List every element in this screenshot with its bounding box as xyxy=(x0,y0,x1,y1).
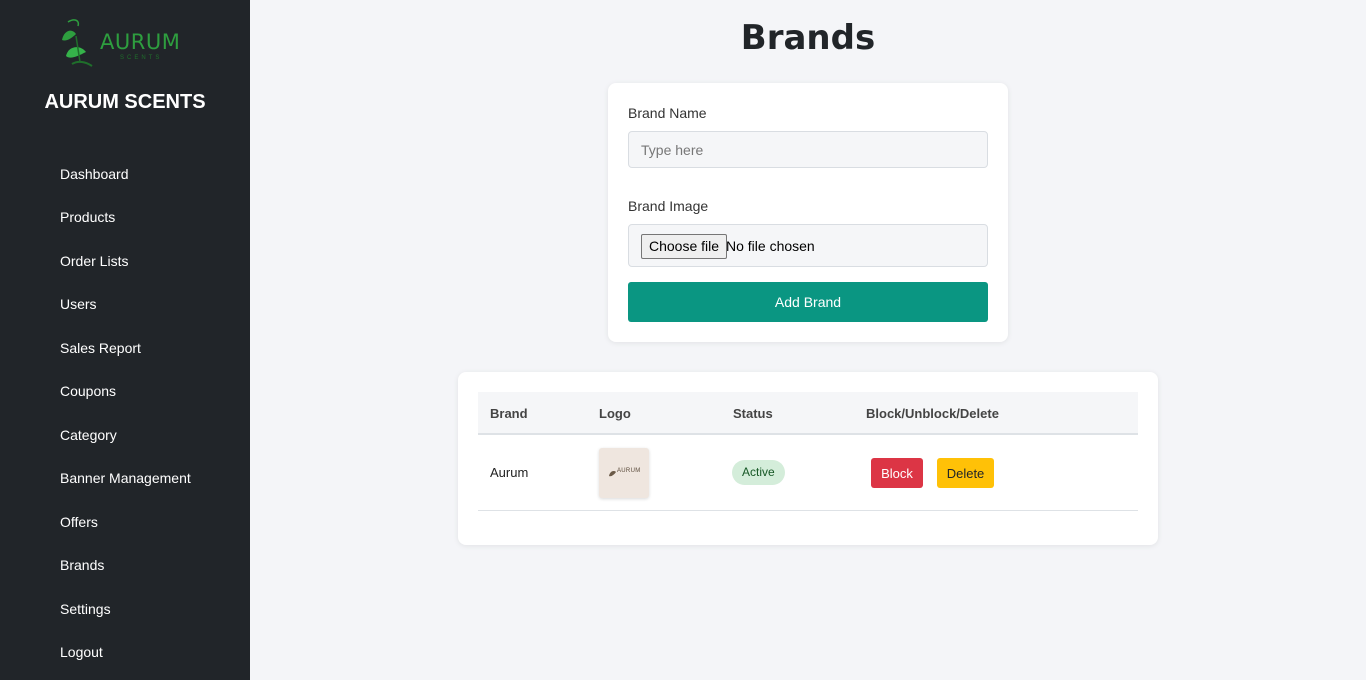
brand-name-label: Brand Name xyxy=(628,105,707,121)
sidebar-item-users[interactable]: Users xyxy=(0,283,250,327)
file-status-text: No file chosen xyxy=(726,238,815,254)
logo-subtext: SCENTS xyxy=(120,55,163,61)
brand-name-input[interactable] xyxy=(628,131,988,168)
delete-button[interactable]: Delete xyxy=(937,458,994,488)
brand-image-file-input[interactable]: Choose file No file chosen xyxy=(628,224,988,267)
sidebar-item-category[interactable]: Category xyxy=(0,413,250,457)
table-row: Aurum AURUM Active Block Delete xyxy=(478,435,1138,511)
choose-file-button[interactable]: Choose file xyxy=(641,234,728,259)
brand-logo-image: AURUM xyxy=(599,448,649,498)
sidebar-item-settings[interactable]: Settings xyxy=(0,587,250,631)
status-badge: Active xyxy=(732,460,785,485)
sidebar-item-brands[interactable]: Brands xyxy=(0,544,250,588)
column-header-actions: Block/Unblock/Delete xyxy=(866,406,999,421)
brands-table: Brand Logo Status Block/Unblock/Delete A… xyxy=(458,372,1158,545)
add-brand-form: Brand Name Brand Image Choose file No fi… xyxy=(608,83,1008,342)
block-button[interactable]: Block xyxy=(871,458,923,488)
sidebar-item-banner-management[interactable]: Banner Management xyxy=(0,457,250,501)
add-brand-button[interactable]: Add Brand xyxy=(628,282,988,322)
sidebar-item-order-lists[interactable]: Order Lists xyxy=(0,239,250,283)
sidebar-item-sales-report[interactable]: Sales Report xyxy=(0,326,250,370)
aurum-logo: AURUM SCENTS xyxy=(58,16,188,68)
leaf-monogram-icon xyxy=(62,19,93,67)
brand-image-label: Brand Image xyxy=(628,198,709,214)
table-header: Brand Logo Status Block/Unblock/Delete xyxy=(478,392,1138,435)
page-title: Brands xyxy=(740,18,876,58)
sidebar-nav: Dashboard Products Order Lists Users Sal… xyxy=(0,152,250,674)
logo-wordmark: AURUM xyxy=(100,30,181,54)
brand-name-cell: Aurum xyxy=(490,465,529,480)
sidebar-item-products[interactable]: Products xyxy=(0,196,250,240)
column-header-logo: Logo xyxy=(599,406,631,421)
sidebar-item-offers[interactable]: Offers xyxy=(0,500,250,544)
sidebar-brand-title: AURUM SCENTS xyxy=(44,91,206,113)
column-header-brand: Brand xyxy=(490,406,528,421)
sidebar-item-logout[interactable]: Logout xyxy=(0,631,250,675)
column-header-status: Status xyxy=(733,406,773,421)
sidebar-item-coupons[interactable]: Coupons xyxy=(0,370,250,414)
sidebar-item-dashboard[interactable]: Dashboard xyxy=(0,152,250,196)
logo-thumb-text: AURUM xyxy=(617,468,641,474)
sidebar: AURUM SCENTS AURUM SCENTS Dashboard Prod… xyxy=(0,0,250,680)
